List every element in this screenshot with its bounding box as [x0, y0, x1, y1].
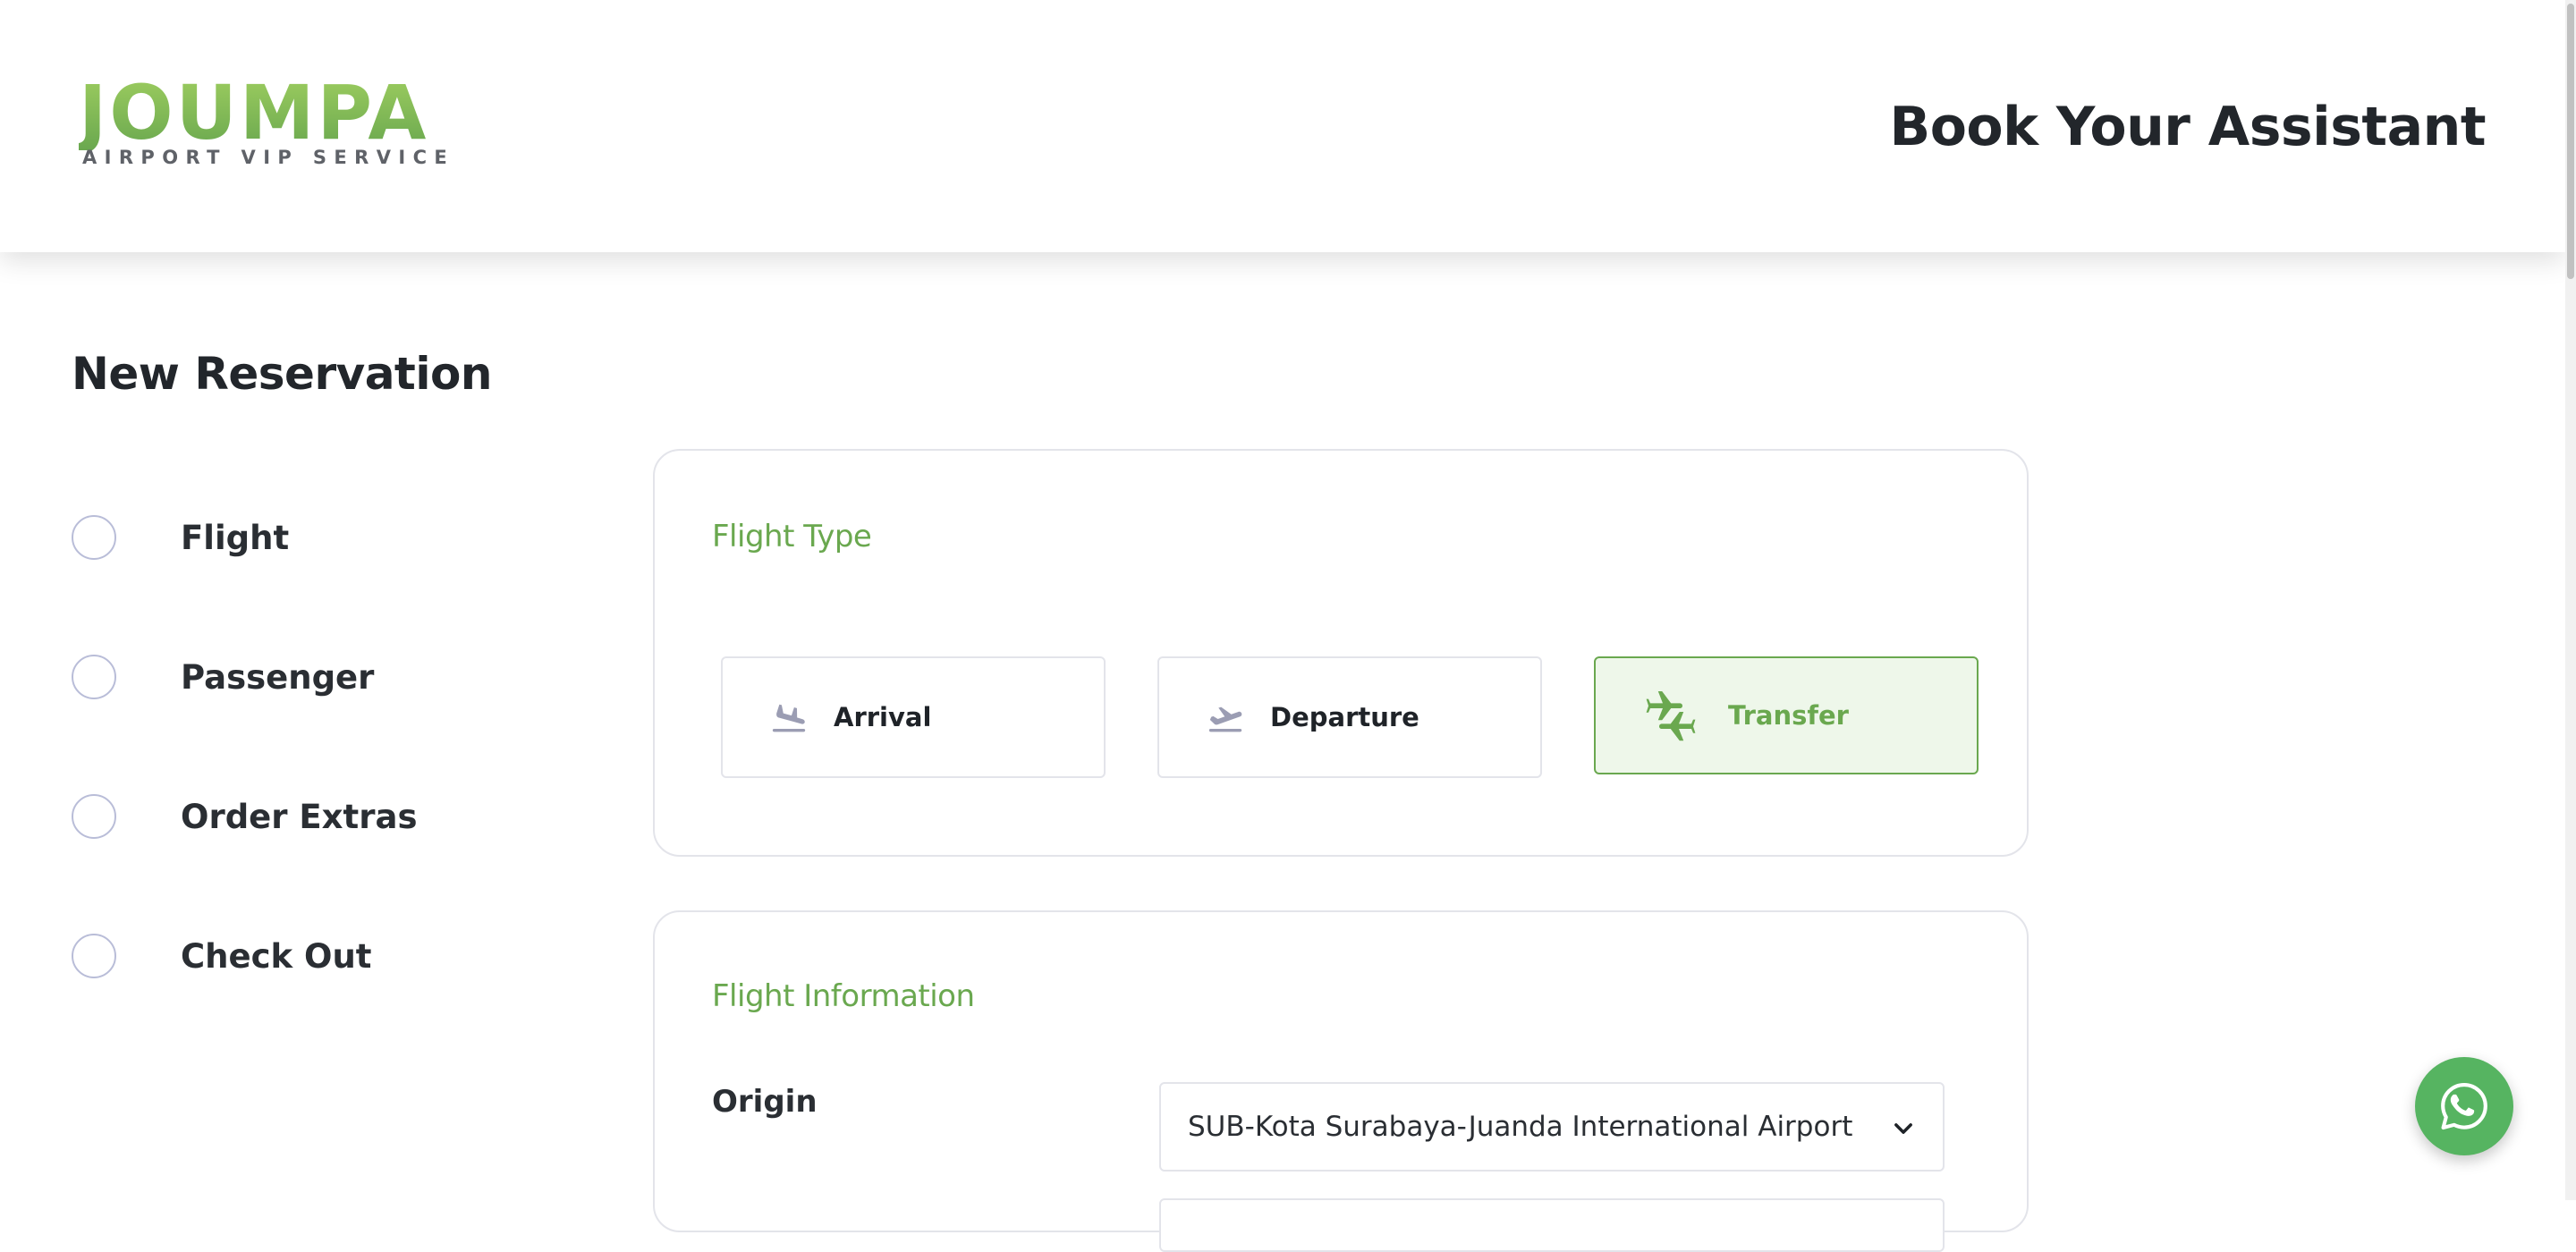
origin-select[interactable]: SUB-Kota Surabaya-Juanda International A… [1159, 1082, 1945, 1172]
step-order-extras[interactable]: Order Extras [72, 794, 572, 841]
flight-information-heading: Flight Information [712, 978, 975, 1014]
site-header: JOUMPA AIRPORT VIP SERVICE Book Your Ass… [0, 0, 2565, 252]
flight-type-card: Flight Type Arrival Departure Transfer [653, 449, 2029, 857]
logo-tagline: AIRPORT VIP SERVICE [82, 147, 455, 168]
chevron-down-icon [1894, 1123, 1912, 1134]
scrollbar-thumb[interactable] [2567, 4, 2574, 279]
origin-label: Origin [712, 1084, 818, 1120]
whatsapp-chat-button[interactable] [2415, 1057, 2513, 1155]
joumpa-logo[interactable]: JOUMPA AIRPORT VIP SERVICE [79, 75, 447, 173]
step-label: Check Out [181, 937, 372, 976]
departure-label: Departure [1270, 702, 1419, 732]
step-label: Order Extras [181, 798, 418, 836]
page-title: New Reservation [72, 348, 492, 400]
arrival-option[interactable]: Arrival [721, 656, 1106, 778]
step-indicator [72, 515, 116, 560]
transfer-option[interactable]: Transfer [1594, 656, 1979, 774]
logo-wordmark: JOUMPA [79, 69, 429, 156]
plane-takeoff-icon [1208, 706, 1242, 732]
flight-type-heading: Flight Type [712, 519, 872, 554]
plane-landing-icon [772, 704, 806, 732]
step-label: Flight [181, 519, 290, 557]
destination-select[interactable] [1159, 1198, 1945, 1252]
step-indicator [72, 655, 116, 699]
arrival-label: Arrival [834, 702, 932, 732]
step-label: Passenger [181, 658, 375, 697]
step-flight[interactable]: Flight [72, 515, 572, 562]
whatsapp-icon [2441, 1082, 2487, 1130]
transfer-label: Transfer [1728, 700, 1849, 731]
step-indicator [72, 934, 116, 978]
step-indicator [72, 794, 116, 839]
page-scrollbar[interactable] [2565, 0, 2576, 1200]
step-check-out[interactable]: Check Out [72, 934, 572, 980]
step-passenger[interactable]: Passenger [72, 655, 572, 701]
header-title: Book Your Assistant [1889, 96, 2486, 158]
plane-transfer-icon [1646, 691, 1696, 741]
flight-information-card: Flight Information Origin SUB-Kota Surab… [653, 910, 2029, 1252]
departure-option[interactable]: Departure [1157, 656, 1542, 778]
origin-select-value: SUB-Kota Surabaya-Juanda International A… [1188, 1111, 1853, 1143]
